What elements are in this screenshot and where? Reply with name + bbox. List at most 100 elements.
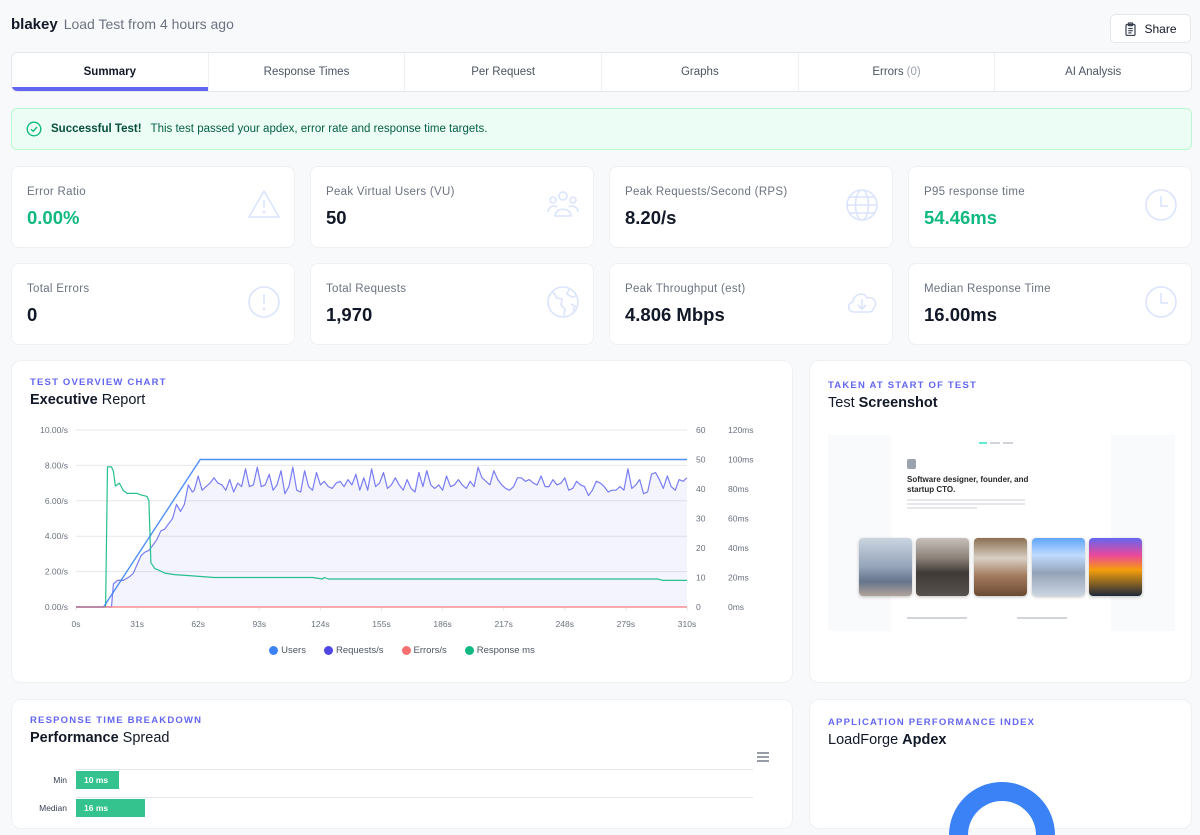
screenshot-avatar	[907, 459, 916, 469]
spread-row: Median 16 ms	[20, 799, 145, 817]
hamburger-menu-icon[interactable]	[756, 751, 770, 763]
errors-count: (0)	[906, 66, 921, 78]
tab-label: Response Times	[263, 66, 350, 78]
x-tick-label: 0s	[72, 619, 81, 629]
stat-value: 50	[326, 207, 347, 228]
x-tick-label: 186s	[433, 619, 451, 629]
stat-label: Peak Virtual Users (VU)	[326, 186, 455, 198]
stat-label: Peak Throughput (est)	[625, 283, 746, 295]
legend-label: Errors/s	[413, 645, 447, 656]
project-name: blakey	[11, 16, 58, 33]
legend-dot	[269, 646, 279, 655]
x-tick-label: 310s	[678, 619, 696, 629]
y-right-users-tick-label: 40	[696, 484, 706, 494]
tab-label: Summary	[83, 66, 137, 78]
globe-icon	[846, 189, 878, 221]
x-tick-label: 155s	[372, 619, 390, 629]
spread-row: Min 10 ms	[20, 771, 119, 789]
series-area-requests-s	[76, 467, 687, 607]
y-right-users-tick-label: 30	[696, 514, 706, 524]
tab-summary[interactable]: Summary	[12, 53, 209, 91]
y-right-users-tick-label: 60	[696, 425, 706, 435]
y-left-tick-label: 4.00/s	[45, 531, 68, 541]
stat-label: P95 response time	[924, 186, 1025, 198]
y-right-users-tick-label: 0	[696, 602, 701, 612]
check-circle-icon	[26, 121, 42, 137]
alert-message: This test passed your apdex, error rate …	[150, 123, 488, 135]
spread-bar[interactable]: 10 ms	[76, 771, 119, 789]
test-subtitle: Load Test from 4 hours ago	[63, 16, 234, 32]
x-tick-label: 62s	[191, 619, 205, 629]
stat-label: Error Ratio	[27, 186, 86, 198]
legend-dot	[323, 646, 333, 655]
apdex-gauge	[949, 782, 1055, 835]
test-screenshot-image[interactable]: Software designer, founder, and startup …	[828, 435, 1175, 631]
card-title: Test Screenshot	[828, 395, 938, 411]
screenshot-photo	[859, 538, 912, 596]
screenshot-photo	[974, 538, 1027, 596]
cloud-download-icon	[847, 293, 877, 313]
tab-ai-analysis[interactable]: AI Analysis	[995, 53, 1191, 91]
card-eyebrow: TEST OVERVIEW CHART	[30, 377, 167, 388]
x-tick-label: 217s	[494, 619, 512, 629]
y-right-ms-tick-label: 60ms	[728, 514, 749, 524]
tab-label: Per Request	[471, 66, 536, 78]
legend-item-response[interactable]: Response ms	[464, 645, 535, 656]
tab-response-times[interactable]: Response Times	[209, 53, 406, 91]
card-eyebrow: APPLICATION PERFORMANCE INDEX	[828, 717, 1036, 728]
card-title: LoadForge Apdex	[828, 732, 947, 748]
tab-graphs[interactable]: Graphs	[602, 53, 799, 91]
warning-icon	[248, 190, 280, 218]
legend-item-requests[interactable]: Requests/s	[323, 645, 384, 656]
tab-per-request[interactable]: Per Request	[405, 53, 603, 91]
apdex-card: APPLICATION PERFORMANCE INDEX LoadForge …	[809, 699, 1192, 835]
earth-icon	[547, 286, 579, 318]
screenshot-photo	[1089, 538, 1142, 596]
tab-errors[interactable]: Errors (0)	[799, 53, 996, 91]
screenshot-heading: Software designer, founder, and startup …	[907, 475, 1029, 494]
tab-bar: Summary Response Times Per Request Graph…	[11, 52, 1192, 92]
x-tick-label: 124s	[311, 619, 329, 629]
legend-label: Requests/s	[335, 645, 384, 656]
stat-label: Total Errors	[27, 283, 90, 295]
legend-label: Users	[281, 645, 306, 656]
success-alert: Successful Test! This test passed your a…	[11, 108, 1192, 150]
legend-item-errors[interactable]: Errors/s	[401, 645, 447, 656]
page-header: blakey Load Test from 4 hours ago	[11, 16, 234, 33]
y-right-ms-tick-label: 120ms	[728, 425, 754, 435]
y-right-users-tick-label: 50	[696, 455, 706, 465]
stat-label: Peak Requests/Second (RPS)	[625, 186, 788, 198]
x-tick-label: 93s	[252, 619, 266, 629]
y-right-users-tick-label: 10	[696, 573, 706, 583]
stat-error-ratio: Error Ratio 0.00%	[11, 166, 295, 248]
y-left-tick-label: 10.00/s	[40, 425, 68, 435]
legend-dot	[401, 646, 411, 655]
y-right-ms-tick-label: 100ms	[728, 455, 754, 465]
stat-median-response: Median Response Time 16.00ms	[908, 263, 1192, 345]
card-eyebrow: TAKEN AT START OF TEST	[828, 380, 978, 391]
clock-icon	[1145, 286, 1177, 318]
y-left-tick-label: 8.00/s	[45, 460, 68, 470]
overview-chart: 0.00/s 2.00/s 4.00/s 6.00/s 8.00/s 10.00/s 0 10…	[40, 425, 754, 629]
stat-peak-throughput: Peak Throughput (est) 4.806 Mbps	[609, 263, 893, 345]
y-right-ms-tick-label: 40ms	[728, 543, 749, 553]
x-tick-label: 248s	[556, 619, 574, 629]
test-screenshot-card: TAKEN AT START OF TEST Test Screenshot S…	[809, 360, 1192, 683]
bar-category-label: Median	[39, 803, 67, 813]
stat-value: 0.00%	[27, 207, 80, 228]
share-button[interactable]: Share	[1110, 14, 1191, 43]
stat-label: Median Response Time	[924, 283, 1051, 295]
y-right-ms-tick-label: 80ms	[728, 484, 749, 494]
spread-bar[interactable]: 16 ms	[76, 799, 145, 817]
y-right-ms-tick-label: 20ms	[728, 573, 749, 583]
stat-peak-rps: Peak Requests/Second (RPS) 8.20/s	[609, 166, 893, 248]
legend-dot	[464, 646, 474, 655]
stat-value: 0	[27, 304, 38, 325]
card-title: Performance Spread	[30, 730, 170, 746]
stat-value: 54.46ms	[924, 207, 998, 228]
stat-value: 8.20/s	[625, 207, 677, 228]
legend-item-users[interactable]: Users	[269, 645, 306, 656]
screenshot-photo	[1032, 538, 1085, 596]
x-tick-label: 31s	[130, 619, 144, 629]
bar-category-label: Min	[53, 775, 67, 785]
